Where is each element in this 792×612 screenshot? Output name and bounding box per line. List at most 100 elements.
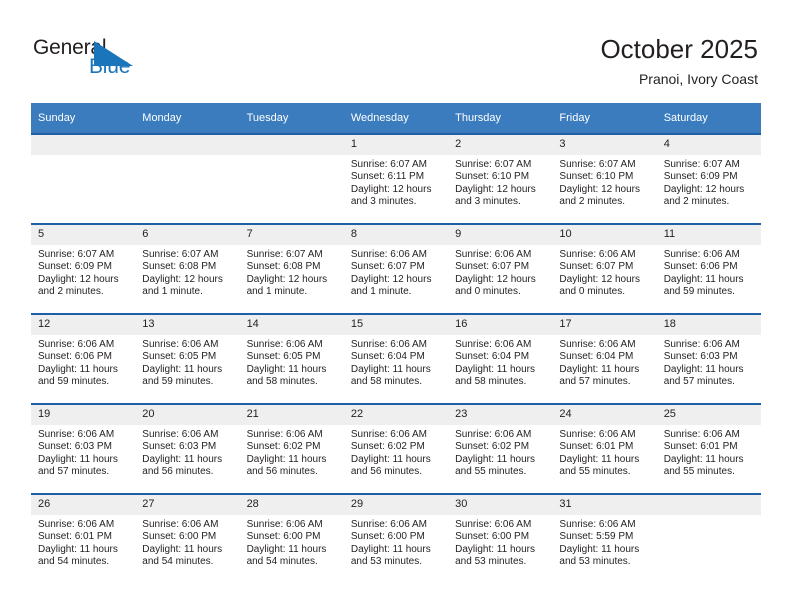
sunrise-text: Sunrise: 6:06 AM: [663, 339, 740, 350]
day-number: 6: [135, 225, 240, 245]
sunrise-text: Sunrise: 6:06 AM: [350, 249, 427, 260]
day-sun-info: Sunrise: 6:06 AM Sunset: 6:04 PM Daylight:…: [552, 335, 656, 389]
calendar-day-cell[interactable]: 21 Sunrise: 6:06 AM Sunset: 6:02 PM Dayligh…: [239, 403, 344, 494]
calendar-day-cell[interactable]: 19 Sunrise: 6:06 AM Sunset: 6:03 PM Dayligh…: [31, 403, 136, 494]
day-number: 29: [343, 495, 449, 515]
day-number: 26: [31, 495, 136, 515]
daylight-text-line2: and 59 minutes.: [38, 376, 110, 388]
day-number: 23: [448, 405, 553, 425]
calendar-day-cell[interactable]: 30 Sunrise: 6:06 AM Sunset: 6:00 PM Dayligh…: [448, 493, 553, 583]
day-number: 5: [31, 225, 136, 245]
calendar-day-cell[interactable]: 6 Sunrise: 6:07 AM Sunset: 6:08 PM Daylight…: [135, 223, 240, 314]
calendar-day-cell[interactable]: 8 Sunrise: 6:06 AM Sunset: 6:07 PM Daylight…: [343, 223, 449, 314]
day-sun-info: Sunrise: 6:07 AM Sunset: 6:09 PM Daylight:…: [657, 155, 761, 209]
calendar-day-cell[interactable]: 14 Sunrise: 6:06 AM Sunset: 6:05 PM Dayligh…: [239, 313, 344, 404]
day-sun-info: Sunrise: 6:06 AM Sunset: 6:05 PM Daylight:…: [135, 335, 239, 389]
calendar-day-cell[interactable]: 24 Sunrise: 6:06 AM Sunset: 6:01 PM Dayligh…: [552, 403, 657, 494]
daylight-text-line1: Daylight: 11 hours: [559, 363, 640, 375]
calendar-day-cell[interactable]: 5 Sunrise: 6:07 AM Sunset: 6:09 PM Daylight…: [31, 223, 136, 314]
daylight-text-line1: Daylight: 11 hours: [455, 363, 535, 375]
sunset-text: Sunset: 6:02 PM: [246, 441, 321, 453]
day-number: 19: [31, 405, 136, 425]
daylight-text-line2: and 59 minutes.: [142, 376, 214, 388]
sunset-text: Sunset: 6:07 PM: [455, 261, 530, 273]
daylight-text-line2: and 55 minutes.: [663, 466, 735, 478]
calendar-day-cell[interactable]: 28 Sunrise: 6:06 AM Sunset: 6:00 PM Dayligh…: [239, 493, 344, 583]
calendar-day-cell[interactable]: 7 Sunrise: 6:07 AM Sunset: 6:08 PM Daylight…: [239, 223, 344, 314]
daylight-text-line2: and 54 minutes.: [38, 556, 110, 568]
calendar-day-cell[interactable]: 20 Sunrise: 6:06 AM Sunset: 6:03 PM Dayligh…: [135, 403, 240, 494]
sunrise-text: Sunrise: 6:06 AM: [246, 339, 323, 350]
calendar-day-cell[interactable]: 11 Sunrise: 6:06 AM Sunset: 6:06 PM Dayligh…: [656, 223, 761, 314]
sunset-text: Sunset: 6:00 PM: [246, 531, 321, 543]
daylight-text-line1: Daylight: 11 hours: [663, 453, 744, 465]
daylight-text-line2: and 58 minutes.: [455, 376, 527, 388]
day-sun-info: Sunrise: 6:06 AM Sunset: 6:07 PM Daylight:…: [448, 245, 552, 299]
sunrise-text: Sunrise: 6:07 AM: [663, 159, 740, 170]
sunrise-text: Sunrise: 6:06 AM: [142, 429, 219, 440]
sunset-text: Sunset: 6:10 PM: [559, 171, 634, 183]
daylight-text-line1: Daylight: 11 hours: [559, 543, 640, 555]
page-header: General Blue October 2025 Pranoi, Ivory …: [0, 0, 792, 103]
sunrise-text: Sunrise: 6:06 AM: [246, 429, 323, 440]
sunrise-text: Sunrise: 6:06 AM: [455, 339, 532, 350]
day-sun-info: Sunrise: 6:06 AM Sunset: 6:06 PM Daylight:…: [657, 245, 761, 299]
calendar-day-cell[interactable]: 4 Sunrise: 6:07 AM Sunset: 6:09 PM Daylight…: [656, 133, 761, 224]
daylight-text-line2: and 1 minute.: [246, 286, 308, 298]
daylight-text-line2: and 58 minutes.: [350, 376, 423, 388]
sunrise-text: Sunrise: 6:06 AM: [350, 339, 427, 350]
sunrise-text: Sunrise: 6:07 AM: [455, 159, 532, 170]
day-sun-info: Sunrise: 6:06 AM Sunset: 6:07 PM Daylight:…: [344, 245, 448, 299]
day-number: 7: [239, 225, 344, 245]
calendar-day-cell[interactable]: 26 Sunrise: 6:06 AM Sunset: 6:01 PM Dayligh…: [31, 493, 136, 583]
sunset-text: Sunset: 6:03 PM: [38, 441, 112, 453]
day-number: 3: [552, 135, 657, 155]
calendar-day-cell[interactable]: 27 Sunrise: 6:06 AM Sunset: 6:00 PM Dayligh…: [135, 493, 240, 583]
calendar-day-cell[interactable]: 31 Sunrise: 6:06 AM Sunset: 5:59 PM Dayligh…: [552, 493, 657, 583]
sunset-text: Sunset: 6:05 PM: [142, 351, 217, 363]
calendar-day-cell[interactable]: 15 Sunrise: 6:06 AM Sunset: 6:04 PM Dayligh…: [343, 313, 449, 404]
daylight-text-line1: Daylight: 12 hours: [246, 273, 328, 285]
calendar-week-row: 26 Sunrise: 6:06 AM Sunset: 6:01 PM Dayligh…: [31, 493, 761, 583]
day-number: [135, 135, 240, 155]
sunset-text: Sunset: 6:01 PM: [38, 531, 112, 543]
calendar-day-cell[interactable]: 16 Sunrise: 6:06 AM Sunset: 6:04 PM Dayligh…: [448, 313, 553, 404]
calendar-day-cell[interactable]: 23 Sunrise: 6:06 AM Sunset: 6:02 PM Dayligh…: [448, 403, 553, 494]
day-sun-info: Sunrise: 6:07 AM Sunset: 6:08 PM Daylight:…: [135, 245, 239, 299]
calendar-day-cell[interactable]: 12 Sunrise: 6:06 AM Sunset: 6:06 PM Dayligh…: [31, 313, 136, 404]
calendar-day-cell[interactable]: 1 Sunrise: 6:07 AM Sunset: 6:11 PM Daylight…: [343, 133, 449, 224]
calendar-day-cell[interactable]: 13 Sunrise: 6:06 AM Sunset: 6:05 PM Dayligh…: [135, 313, 240, 404]
day-sun-info: Sunrise: 6:06 AM Sunset: 6:05 PM Daylight:…: [240, 335, 344, 389]
calendar-day-cell[interactable]: 3 Sunrise: 6:07 AM Sunset: 6:10 PM Daylight…: [552, 133, 657, 224]
calendar-day-cell[interactable]: 17 Sunrise: 6:06 AM Sunset: 6:04 PM Dayligh…: [552, 313, 657, 404]
calendar-grid: Sunday Monday Tuesday Wednesday Thursday…: [31, 103, 761, 583]
daylight-text-line1: Daylight: 12 hours: [142, 273, 223, 285]
day-number: 11: [656, 225, 761, 245]
sunrise-text: Sunrise: 6:07 AM: [350, 159, 427, 170]
general-blue-logo[interactable]: General Blue: [33, 36, 163, 84]
calendar-day-cell[interactable]: 18 Sunrise: 6:06 AM Sunset: 6:03 PM Dayligh…: [656, 313, 761, 404]
day-sun-info: Sunrise: 6:06 AM Sunset: 6:02 PM Daylight:…: [344, 425, 448, 479]
daylight-text-line2: and 53 minutes.: [350, 556, 423, 568]
calendar-day-cell[interactable]: 2 Sunrise: 6:07 AM Sunset: 6:10 PM Daylight…: [448, 133, 553, 224]
calendar-day-cell[interactable]: 29 Sunrise: 6:06 AM Sunset: 6:00 PM Dayligh…: [343, 493, 449, 583]
sunset-text: Sunset: 6:11 PM: [350, 171, 425, 183]
calendar-day-cell[interactable]: 22 Sunrise: 6:06 AM Sunset: 6:02 PM Dayligh…: [343, 403, 449, 494]
day-number: 13: [135, 315, 240, 335]
day-sun-info: Sunrise: 6:07 AM Sunset: 6:10 PM Daylight:…: [448, 155, 552, 209]
day-number: 17: [552, 315, 657, 335]
sunrise-text: Sunrise: 6:06 AM: [350, 519, 427, 530]
weekday-header-saturday: Saturday: [656, 103, 761, 134]
day-sun-info: Sunrise: 6:06 AM Sunset: 6:03 PM Daylight:…: [135, 425, 239, 479]
calendar-day-cell[interactable]: 25 Sunrise: 6:06 AM Sunset: 6:01 PM Dayligh…: [656, 403, 761, 494]
sunrise-text: Sunrise: 6:07 AM: [559, 159, 636, 170]
calendar-day-cell[interactable]: 9 Sunrise: 6:06 AM Sunset: 6:07 PM Daylight…: [448, 223, 553, 314]
day-number: 21: [239, 405, 344, 425]
day-sun-info: Sunrise: 6:07 AM Sunset: 6:11 PM Daylight:…: [344, 155, 448, 209]
daylight-text-line1: Daylight: 11 hours: [246, 453, 327, 465]
daylight-text-line1: Daylight: 11 hours: [142, 543, 223, 555]
sunrise-text: Sunrise: 6:06 AM: [559, 249, 636, 260]
calendar-body: 1 Sunrise: 6:07 AM Sunset: 6:11 PM Daylight…: [31, 133, 761, 583]
calendar-day-cell[interactable]: 10 Sunrise: 6:06 AM Sunset: 6:07 PM Dayligh…: [552, 223, 657, 314]
sunset-text: Sunset: 6:07 PM: [559, 261, 634, 273]
